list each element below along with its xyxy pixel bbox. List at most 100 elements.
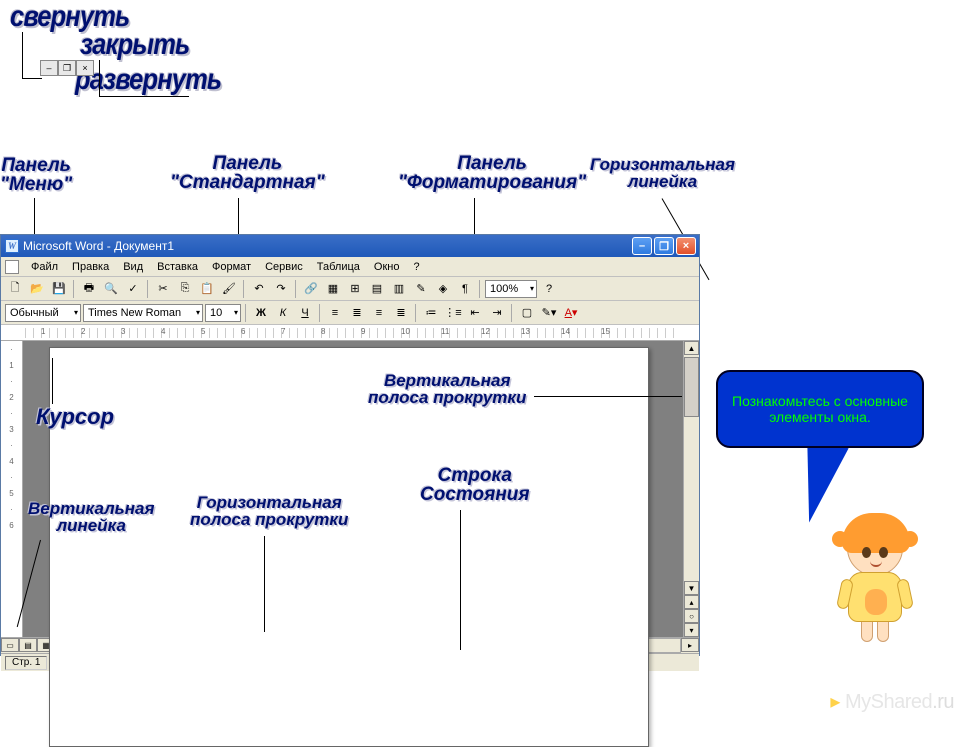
- excel-icon[interactable]: ▤: [367, 279, 387, 299]
- size-combo[interactable]: 10: [205, 304, 241, 322]
- label-cursor: Курсор: [36, 406, 114, 428]
- style-combo[interactable]: Обычный: [5, 304, 81, 322]
- insert-table-icon[interactable]: ⊞: [345, 279, 365, 299]
- label-formatting-panel: Панель "Форматирования": [398, 154, 586, 192]
- align-right-icon[interactable]: ≡: [369, 303, 389, 323]
- map-icon[interactable]: ◈: [433, 279, 453, 299]
- prev-page-icon[interactable]: ▴: [684, 595, 699, 609]
- page[interactable]: [49, 347, 649, 747]
- document-icon: [5, 260, 19, 274]
- label-close: закрыть: [80, 30, 189, 60]
- menu-file[interactable]: Файл: [25, 259, 64, 275]
- bold-icon[interactable]: Ж: [251, 303, 271, 323]
- menu-help[interactable]: ?: [407, 259, 425, 275]
- menu-insert[interactable]: Вставка: [151, 259, 204, 275]
- hyperlink-icon[interactable]: 🔗: [301, 279, 321, 299]
- copy-icon[interactable]: ⎘: [175, 279, 195, 299]
- menu-edit[interactable]: Правка: [66, 259, 115, 275]
- label-v-scroll: Вертикальная полоса прокрутки: [368, 372, 526, 406]
- mini-restore-icon: ❐: [58, 60, 76, 76]
- status-page: Стр. 1: [5, 656, 47, 670]
- align-left-icon[interactable]: ≡: [325, 303, 345, 323]
- label-standard-panel: Панель "Стандартная": [170, 154, 325, 192]
- format-painter-icon[interactable]: 🖌: [219, 279, 239, 299]
- menu-window[interactable]: Окно: [368, 259, 406, 275]
- scroll-up-icon[interactable]: ▲: [684, 341, 699, 355]
- font-combo[interactable]: Times New Roman: [83, 304, 203, 322]
- zoom-combo[interactable]: 100%: [485, 280, 537, 298]
- redo-icon[interactable]: ↷: [271, 279, 291, 299]
- leader-line: [264, 536, 265, 632]
- leader-line: [52, 358, 53, 404]
- formatting-toolbar: Обычный Times New Roman 10 Ж К Ч ≡ ≣ ≡ ≣…: [1, 301, 699, 325]
- speech-bubble-tail: [793, 441, 848, 527]
- watermark: ▸ MyShared.ru: [830, 689, 954, 714]
- mini-minimize-icon: –: [40, 60, 58, 76]
- standard-toolbar: 🗋 📂 💾 🖶 🔍 ✓ ✂ ⎘ 📋 🖌 ↶ ↷ 🔗 ▦ ⊞ ▤ ▥ ✎ ◈ ¶ …: [1, 277, 699, 301]
- leader-line: [99, 96, 189, 97]
- justify-icon[interactable]: ≣: [391, 303, 411, 323]
- menu-table[interactable]: Таблица: [311, 259, 366, 275]
- menu-tools[interactable]: Сервис: [259, 259, 309, 275]
- leader-line: [460, 510, 461, 650]
- leader-line: [99, 60, 100, 96]
- minimize-button[interactable]: –: [632, 237, 652, 255]
- menu-view[interactable]: Вид: [117, 259, 149, 275]
- scroll-down-icon[interactable]: ▼: [684, 581, 699, 595]
- undo-icon[interactable]: ↶: [249, 279, 269, 299]
- label-h-ruler: Горизонтальная линейка: [590, 156, 735, 190]
- numbering-icon[interactable]: ≔: [421, 303, 441, 323]
- drawing-icon[interactable]: ✎: [411, 279, 431, 299]
- web-view-icon[interactable]: ▤: [19, 638, 37, 652]
- horizontal-ruler[interactable]: 123456789101112131415: [1, 325, 699, 341]
- mini-close-icon: ×: [76, 60, 94, 76]
- font-color-icon[interactable]: A▾: [561, 303, 581, 323]
- label-h-scroll: Горизонтальная полоса прокрутки: [190, 494, 348, 528]
- normal-view-icon[interactable]: ▭: [1, 638, 19, 652]
- word-window: W Microsoft Word - Документ1 – ❐ × Файл …: [0, 234, 700, 656]
- columns-icon[interactable]: ▥: [389, 279, 409, 299]
- label-maximize: развернуть: [75, 65, 221, 95]
- bullets-icon[interactable]: ⋮≡: [443, 303, 463, 323]
- show-marks-icon[interactable]: ¶: [455, 279, 475, 299]
- print-icon[interactable]: 🖶: [79, 279, 99, 299]
- mini-window-controls: – ❐ ×: [40, 60, 94, 76]
- help-icon[interactable]: ?: [539, 279, 559, 299]
- cut-icon[interactable]: ✂: [153, 279, 173, 299]
- indent-inc-icon[interactable]: ⇥: [487, 303, 507, 323]
- menu-format[interactable]: Формат: [206, 259, 257, 275]
- scroll-right-icon[interactable]: ▸: [681, 638, 699, 652]
- maximize-button[interactable]: ❐: [654, 237, 674, 255]
- next-page-icon[interactable]: ▾: [684, 623, 699, 637]
- browse-object-icon[interactable]: ○: [684, 609, 699, 623]
- label-status-bar: Строка Состояния: [420, 466, 530, 504]
- close-button[interactable]: ×: [676, 237, 696, 255]
- highlight-icon[interactable]: ✎▾: [539, 303, 559, 323]
- spellcheck-icon[interactable]: ✓: [123, 279, 143, 299]
- window-title: Microsoft Word - Документ1: [23, 239, 174, 253]
- label-v-ruler: Вертикальная линейка: [28, 500, 155, 534]
- leader-line: [22, 78, 42, 79]
- open-icon[interactable]: 📂: [27, 279, 47, 299]
- paste-icon[interactable]: 📋: [197, 279, 217, 299]
- app-icon: W: [5, 239, 19, 253]
- menubar[interactable]: Файл Правка Вид Вставка Формат Сервис Та…: [1, 257, 699, 277]
- vertical-scrollbar[interactable]: ▲ ▼ ▴ ○ ▾: [683, 341, 699, 637]
- speech-bubble: Познакомьтесь с основные элементы окна.: [716, 370, 924, 448]
- titlebar: W Microsoft Word - Документ1 – ❐ ×: [1, 235, 699, 257]
- preview-icon[interactable]: 🔍: [101, 279, 121, 299]
- vertical-ruler[interactable]: ·1·2·3·4·5·6: [1, 341, 23, 637]
- align-center-icon[interactable]: ≣: [347, 303, 367, 323]
- indent-dec-icon[interactable]: ⇤: [465, 303, 485, 323]
- leader-line: [22, 32, 23, 78]
- underline-icon[interactable]: Ч: [295, 303, 315, 323]
- new-icon[interactable]: 🗋: [5, 279, 25, 299]
- tables-borders-icon[interactable]: ▦: [323, 279, 343, 299]
- mascot-character: [830, 520, 920, 660]
- borders-icon[interactable]: ▢: [517, 303, 537, 323]
- italic-icon[interactable]: К: [273, 303, 293, 323]
- scroll-thumb[interactable]: [684, 357, 699, 417]
- save-icon[interactable]: 💾: [49, 279, 69, 299]
- label-menu-panel: Панель "Меню": [0, 156, 72, 194]
- leader-line: [534, 396, 682, 397]
